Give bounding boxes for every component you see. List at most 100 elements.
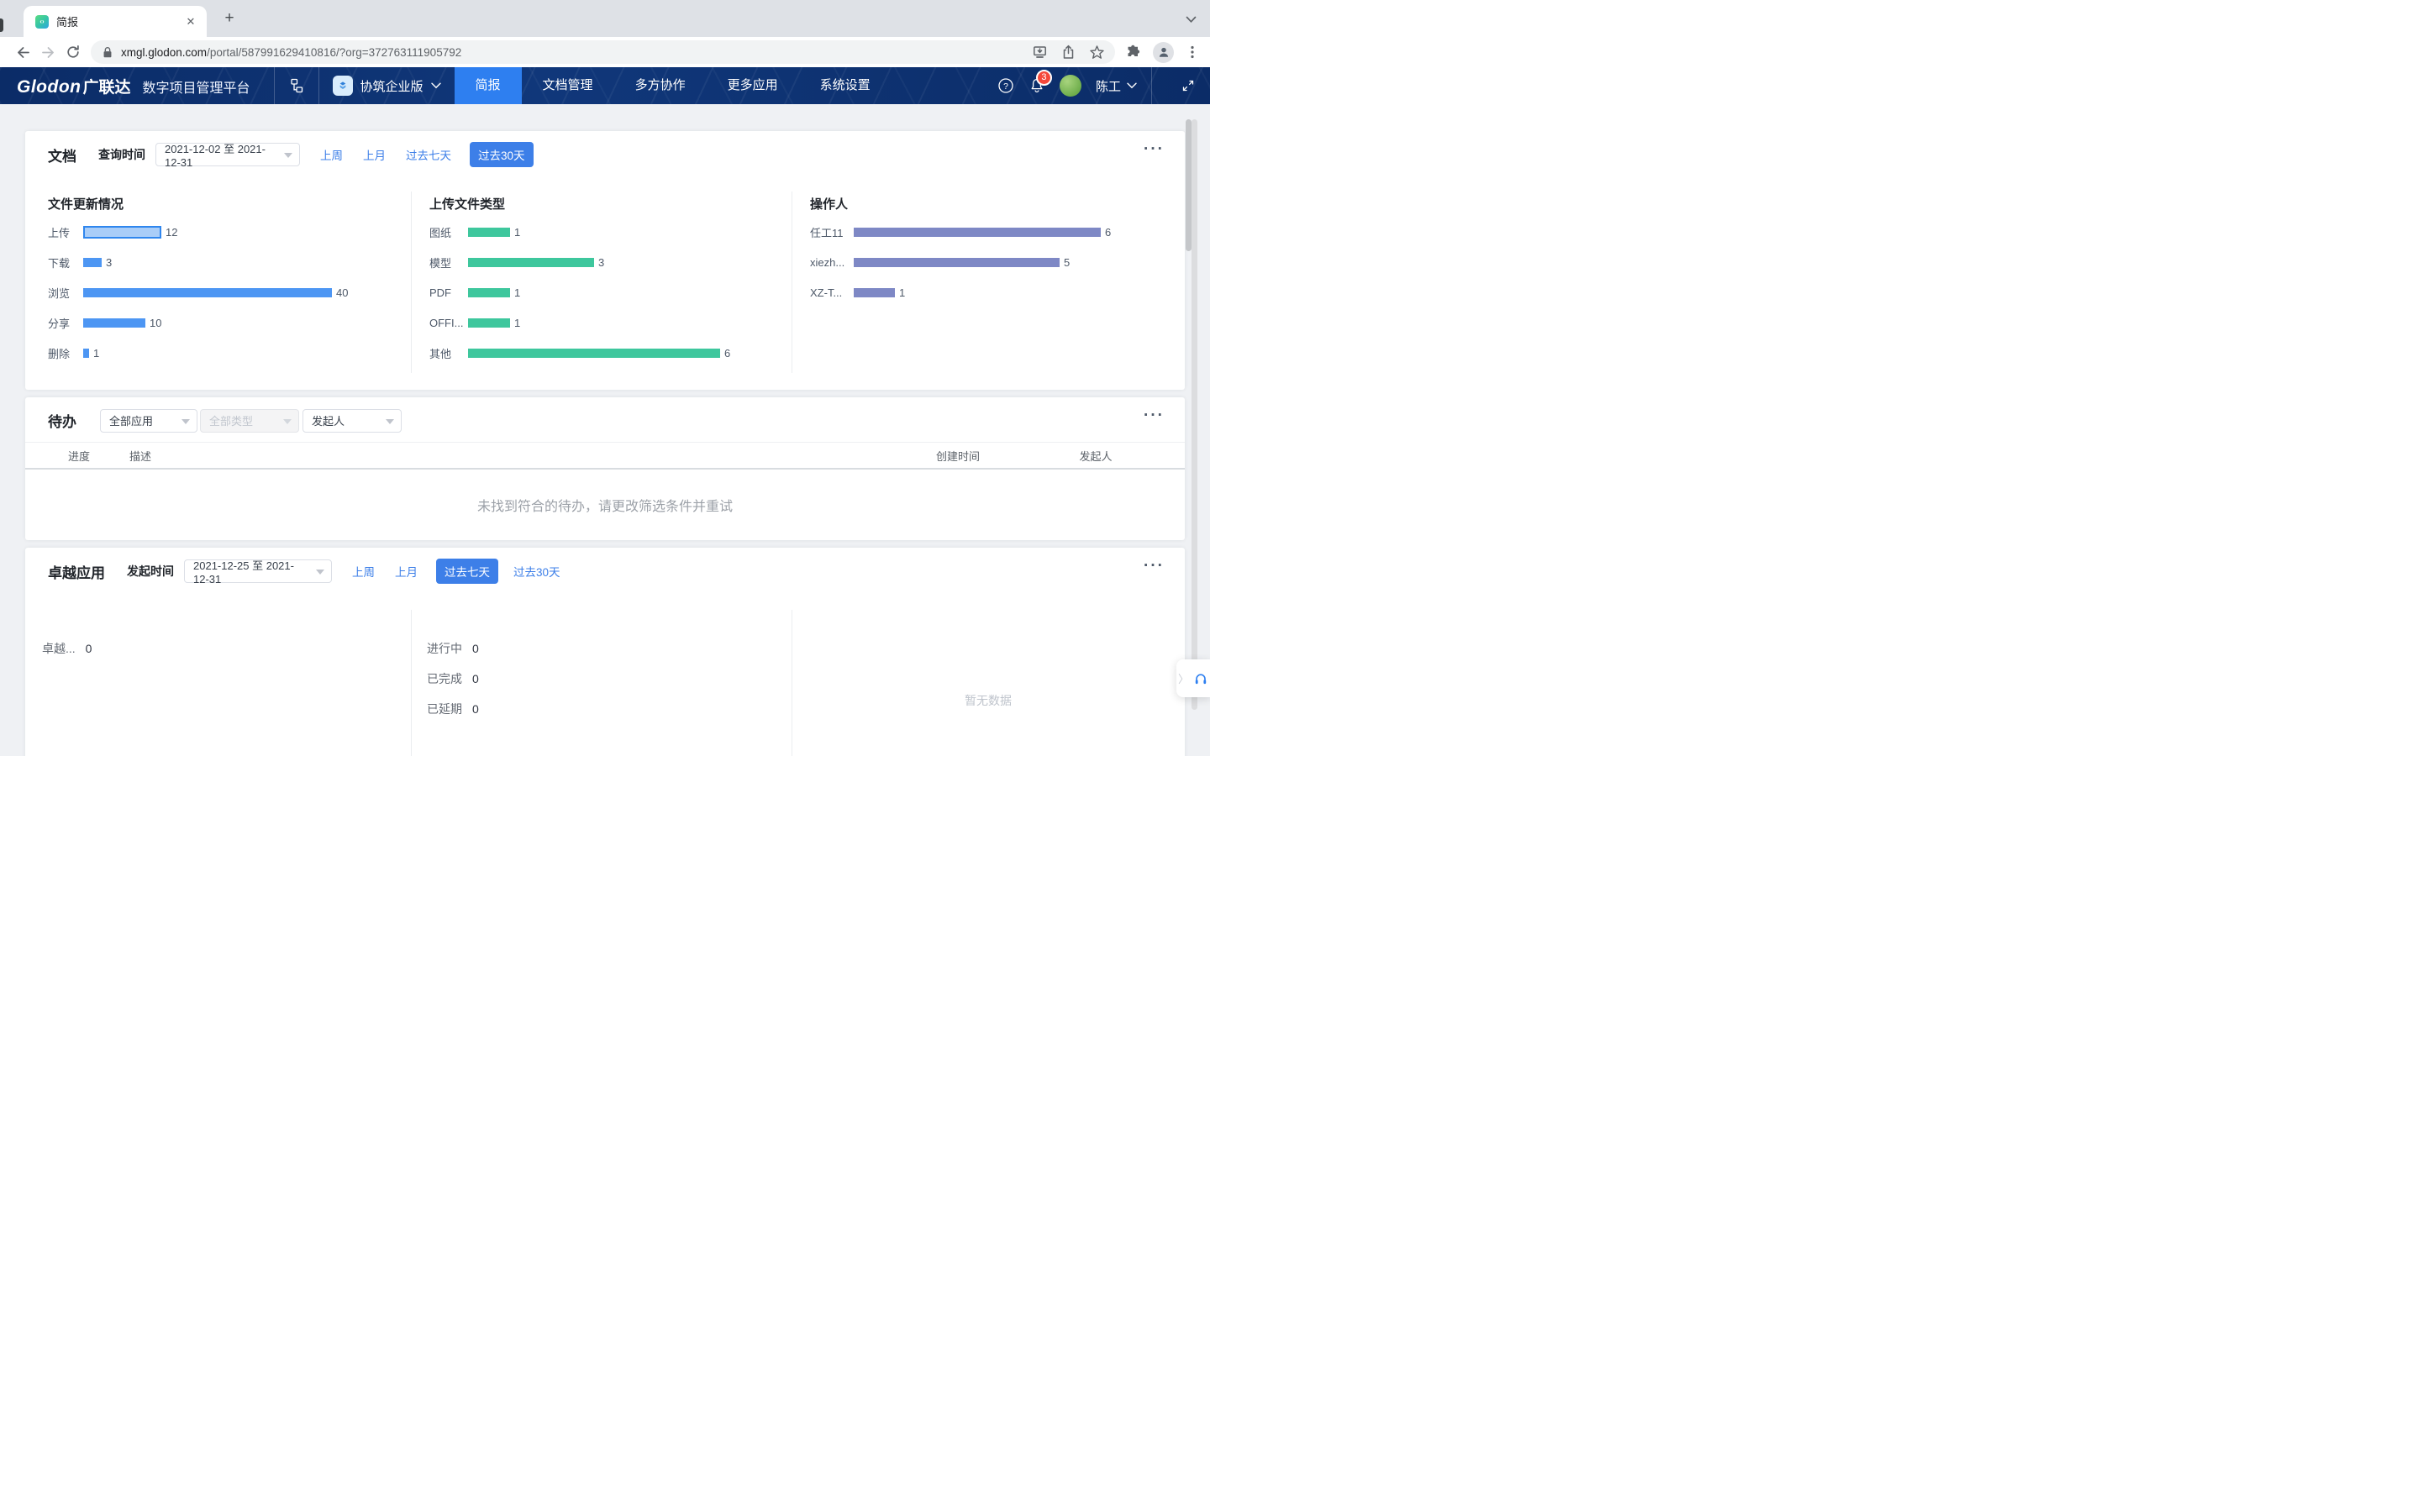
quick-link-last-month[interactable]: 上月 (363, 146, 386, 163)
nav-tab-briefing[interactable]: 简报 (455, 67, 522, 104)
scrollbar-thumb-page[interactable] (1192, 119, 1197, 710)
chart-row: 浏览40 (48, 277, 411, 307)
filter-value: 发起人 (312, 412, 345, 428)
chart-operators: 操作人 任工116xiezh...5XZ-T...1 (792, 195, 1185, 307)
bar-value: 1 (514, 317, 520, 329)
bar-value: 1 (514, 226, 520, 239)
bar-value: 3 (598, 256, 604, 269)
new-tab-button[interactable]: + (220, 9, 239, 28)
nav-tab-document-management[interactable]: 文档管理 (522, 67, 614, 104)
stat-label: 卓越... (42, 640, 76, 657)
bar-value: 12 (166, 226, 177, 239)
chart-row: OFFI...1 (429, 307, 792, 338)
date-range-select[interactable]: 2021-12-02 至 2021-12-31 (155, 143, 300, 166)
filter-initiator-select[interactable]: 发起人 (302, 409, 402, 433)
bar (854, 258, 1060, 267)
nav-tab-system-settings[interactable]: 系统设置 (799, 67, 892, 104)
chart-row: XZ-T...1 (810, 277, 1185, 307)
bar (468, 258, 594, 267)
help-icon[interactable]: ? (997, 77, 1014, 94)
bar (83, 258, 102, 267)
notification-badge: 3 (1036, 70, 1052, 86)
bar (854, 288, 895, 297)
share-icon[interactable] (1061, 45, 1076, 60)
todo-more-button[interactable]: ··· (1144, 407, 1165, 425)
quick-link-past-30-days-active[interactable]: 过去30天 (470, 142, 534, 167)
tab-title: 简报 (56, 13, 183, 29)
bar (83, 226, 161, 239)
chart-title: 文件更新情况 (48, 195, 411, 213)
reload-button[interactable] (60, 39, 86, 65)
app-switcher[interactable]: 协筑企业版 (319, 67, 455, 104)
chart-row: 其他6 (429, 338, 792, 368)
chart-file-updates: 文件更新情况 上传12下载3浏览40分享10删除1 (25, 195, 411, 368)
caret-down-icon (182, 419, 190, 424)
quick-link-past-7-days-active[interactable]: 过去七天 (436, 559, 498, 584)
glodon-logo: Glodon 广联达 数字项目管理平台 (0, 75, 250, 97)
scrollbar-thumb-inner[interactable] (1186, 119, 1192, 251)
bar-label: xiezh... (810, 256, 854, 269)
browser-profile-avatar[interactable] (1153, 42, 1174, 63)
back-button[interactable] (10, 39, 35, 65)
bar-label: 任工11 (810, 224, 854, 240)
status-completed: 已完成 0 (427, 670, 479, 687)
nav-tab-multi-party-collaboration[interactable]: 多方协作 (614, 67, 707, 104)
chevron-down-icon (1127, 82, 1137, 89)
initiate-time-label: 发起时间 (127, 563, 174, 580)
person-icon (1157, 45, 1171, 59)
chart-row: xiezh...5 (810, 247, 1185, 277)
quick-link-last-week[interactable]: 上周 (320, 146, 343, 163)
excellent-more-button[interactable]: ··· (1144, 557, 1165, 575)
bar-value: 1 (899, 286, 905, 299)
bar-label: 模型 (429, 255, 468, 270)
quick-link-past-7-days[interactable]: 过去七天 (406, 146, 451, 163)
documents-more-button[interactable]: ··· (1144, 140, 1165, 159)
column-header-description: 描述 (129, 448, 151, 464)
install-app-icon[interactable] (1032, 45, 1048, 60)
date-range-select[interactable]: 2021-12-25 至 2021-12-31 (184, 559, 332, 583)
bar-label: 图纸 (429, 224, 468, 240)
chart-row: 删除1 (48, 338, 411, 368)
quick-link-past-30-days[interactable]: 过去30天 (513, 563, 560, 580)
platform-title: 数字项目管理平台 (143, 76, 250, 97)
tab-search-chevron-icon[interactable] (1186, 13, 1197, 28)
header-divider (25, 442, 1185, 443)
chart-row: PDF1 (429, 277, 792, 307)
bar-label: PDF (429, 286, 468, 299)
filter-all-types-select-disabled[interactable]: 全部类型 (200, 409, 299, 433)
bar (83, 318, 145, 328)
support-float-button[interactable]: 〉 (1176, 659, 1210, 697)
bar-value: 10 (150, 317, 161, 329)
filter-all-apps-select[interactable]: 全部应用 (100, 409, 197, 433)
address-bar[interactable]: xmgl.glodon.com/portal/587991629410816/?… (91, 40, 1115, 64)
fullscreen-button[interactable] (1166, 67, 1210, 104)
bar-label: 下载 (48, 255, 83, 270)
tab-favicon: ‹› (35, 15, 49, 29)
bar (468, 288, 510, 297)
bar (83, 288, 332, 297)
org-structure-button[interactable] (275, 67, 318, 104)
notifications-button[interactable]: 3 (1028, 77, 1045, 94)
tab-close-icon[interactable]: ✕ (183, 14, 198, 29)
expand-icon (1181, 78, 1196, 93)
user-menu[interactable]: 陈工 (1096, 77, 1137, 95)
url-path: /portal/587991629410816/?org=37276311190… (207, 46, 461, 59)
quick-link-last-month[interactable]: 上月 (395, 563, 418, 580)
bar-value: 3 (106, 256, 112, 269)
nav-tab-more-apps[interactable]: 更多应用 (707, 67, 799, 104)
quick-link-last-week[interactable]: 上周 (352, 563, 375, 580)
forward-button[interactable] (35, 39, 60, 65)
collapse-chevron-icon: 〉 (1178, 670, 1189, 686)
bar-value: 6 (724, 347, 730, 360)
browser-window: ‹› 简报 ✕ + xmgl.glodon.com/portal/5879916… (0, 0, 1210, 756)
filter-value: 全部类型 (209, 412, 253, 428)
chart-title: 上传文件类型 (429, 195, 792, 213)
bar-label: 上传 (48, 224, 83, 240)
extensions-puzzle-icon[interactable] (1125, 44, 1142, 60)
browser-menu-dots-icon[interactable] (1185, 45, 1200, 60)
bookmark-star-icon[interactable] (1089, 45, 1105, 60)
user-avatar[interactable] (1060, 75, 1081, 97)
caret-down-icon (283, 419, 292, 424)
app-navbar: Glodon 广联达 数字项目管理平台 协筑企业版 简报 文档管理 多方协作 更… (0, 67, 1210, 104)
browser-tab[interactable]: ‹› 简报 ✕ (24, 6, 207, 37)
